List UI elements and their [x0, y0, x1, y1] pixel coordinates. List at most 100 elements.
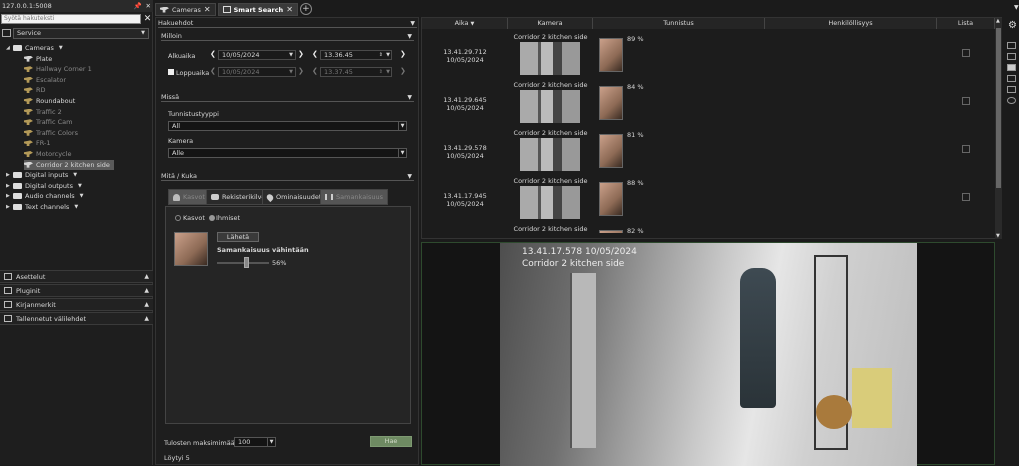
result-list-checkbox[interactable]	[962, 193, 970, 201]
tree-item[interactable]: Traffic Cam	[24, 117, 72, 127]
table-row[interactable]: Corridor 2 kitchen side 82 %	[422, 224, 995, 233]
tree-item[interactable]: ◢ Cameras ▼	[6, 43, 63, 53]
section-where[interactable]: Missä ▼	[161, 93, 414, 102]
layout-icon[interactable]	[1007, 42, 1016, 49]
panel-header[interactable]: Kirjanmerkit ▲	[0, 298, 153, 311]
result-list-checkbox[interactable]	[962, 97, 970, 105]
chevron-down-icon[interactable]: ▼	[80, 191, 84, 201]
camera-select[interactable]: Alle ▼	[168, 148, 407, 158]
table-row[interactable]: 13.41.29.645 10/05/2024 Corridor 2 kitchen…	[422, 80, 995, 128]
tree-item[interactable]: Hallway Corner 1	[24, 64, 92, 74]
end-time-field[interactable]: 13.37.45 ⇕ ▼	[320, 67, 392, 77]
section-search-criteria[interactable]: Hakuehdot ▼	[158, 19, 417, 28]
col-time-header[interactable]: Aika ▼	[422, 18, 508, 29]
result-list-checkbox[interactable]	[962, 49, 970, 57]
spinner-icon[interactable]: ⇕	[379, 68, 383, 76]
results-scrollbar[interactable]: ▲ ▼	[995, 18, 1002, 239]
chevron-down-icon[interactable]: ▼	[59, 43, 63, 53]
tree-item[interactable]: Motorcycle	[24, 149, 71, 159]
subtab-faces[interactable]: Kasvot	[168, 189, 210, 205]
col-recognition-header[interactable]: Tunnistus	[593, 18, 765, 29]
service-select[interactable]: Service ▼	[13, 28, 149, 39]
table-row[interactable]: 13.41.29.578 10/05/2024 Corridor 2 kitchen…	[422, 128, 995, 176]
tab-cameras[interactable]: Cameras ✕	[155, 3, 216, 16]
result-face-crop[interactable]	[599, 134, 623, 168]
expand-icon[interactable]: ▶	[6, 170, 13, 180]
start-date-field[interactable]: 10/05/2024 ▼	[218, 50, 296, 60]
next-date-icon[interactable]: ❯	[298, 50, 304, 58]
tree-item[interactable]: Corridor 2 kitchen side	[24, 159, 114, 170]
gear-icon[interactable]: ⚙	[1008, 20, 1017, 31]
add-tab-button[interactable]: +	[299, 3, 312, 15]
result-thumbnail[interactable]	[520, 90, 580, 123]
radio-faces[interactable]	[175, 215, 181, 221]
table-row[interactable]: 13.41.29.712 10/05/2024 Corridor 2 kitchen…	[422, 32, 995, 80]
tree-item[interactable]: FR-1	[24, 138, 50, 148]
col-camera-header[interactable]: Kamera	[508, 18, 593, 29]
result-face-crop[interactable]	[599, 86, 623, 120]
result-face-crop[interactable]	[599, 38, 623, 72]
start-time-field[interactable]: 13.36.45 ⇕ ▼	[320, 50, 392, 60]
send-button[interactable]: Lähetä	[217, 232, 259, 242]
subtab-similarity[interactable]: Samankaisuus	[320, 189, 388, 205]
max-results-select[interactable]: 100 ▼	[234, 437, 276, 447]
chevron-down-icon[interactable]: ▼	[1014, 4, 1019, 11]
scroll-down-icon[interactable]: ▼	[996, 233, 1000, 239]
result-list-checkbox[interactable]	[962, 145, 970, 153]
next-date-icon[interactable]: ❯	[298, 67, 304, 75]
col-identity-header[interactable]: Henkilöllisyys	[765, 18, 937, 29]
panel-header[interactable]: Asettelut ▲	[0, 270, 153, 283]
recognition-type-select[interactable]: All ▼	[168, 121, 407, 131]
tree-item[interactable]: ▶ Audio channels ▼	[6, 191, 84, 201]
prev-date-icon[interactable]: ❮	[210, 50, 216, 58]
list-icon[interactable]	[1007, 86, 1016, 93]
save-icon[interactable]	[1007, 64, 1016, 71]
col-list-header[interactable]: Lista	[937, 18, 995, 29]
prev-time-icon[interactable]: ❮	[312, 67, 318, 75]
scroll-up-icon[interactable]: ▲	[996, 18, 1000, 24]
tree-item[interactable]: Roundabout	[24, 96, 75, 106]
table-row[interactable]: 13.41.17.945 10/05/2024 Corridor 2 kitchen…	[422, 176, 995, 224]
result-thumbnail[interactable]	[520, 138, 580, 171]
tab-smart-search[interactable]: Smart Search ✕	[217, 3, 298, 16]
pin-icon[interactable]: 📌	[133, 2, 141, 10]
panel-header[interactable]: Pluginit ▲	[0, 284, 153, 297]
prev-date-icon[interactable]: ❮	[210, 67, 216, 75]
next-time-icon[interactable]: ❯	[400, 50, 406, 58]
spinner-icon[interactable]: ⇕	[379, 51, 383, 59]
end-time-checkbox[interactable]	[168, 69, 174, 75]
similarity-slider[interactable]	[217, 262, 269, 264]
prev-time-icon[interactable]: ❮	[312, 50, 318, 58]
subtab-attributes[interactable]: Ominaisuudet	[262, 189, 327, 205]
grid-icon[interactable]	[1007, 53, 1016, 60]
clear-search-icon[interactable]: ✕	[143, 14, 152, 24]
similarity-slider-handle[interactable]	[244, 257, 250, 268]
tree-item[interactable]: RD	[24, 85, 46, 95]
search-input[interactable]: Syötä hakuteksti	[1, 14, 141, 24]
result-face-crop[interactable]	[599, 230, 623, 233]
tree-item[interactable]: ▶ Digital inputs ▼	[6, 170, 77, 180]
tree-item[interactable]: ▶ Text channels ▼	[6, 202, 78, 212]
close-icon[interactable]: ✕	[146, 2, 151, 10]
video-player[interactable]: 13.41.17.578 10/05/2024 Corridor 2 kitch…	[421, 242, 995, 466]
collapse-icon[interactable]: ◢	[6, 43, 13, 53]
tree-item[interactable]: ▶ Digital outputs ▼	[6, 181, 82, 191]
close-tab-icon[interactable]: ✕	[204, 5, 211, 14]
result-thumbnail[interactable]	[520, 42, 580, 75]
scrollbar-thumb[interactable]	[996, 28, 1001, 188]
expand-icon[interactable]: ▶	[6, 181, 13, 191]
tree-item[interactable]: Plate	[24, 54, 52, 64]
chevron-down-icon[interactable]: ▼	[74, 202, 78, 212]
end-date-field[interactable]: 10/05/2024 ▼	[218, 67, 296, 77]
chevron-down-icon[interactable]: ▼	[73, 170, 77, 180]
tree-item[interactable]: Traffic Colors	[24, 128, 78, 138]
tree-item[interactable]: Escalator	[24, 75, 66, 85]
next-time-icon[interactable]: ❯	[400, 67, 406, 75]
export-icon[interactable]	[1007, 75, 1016, 82]
section-when[interactable]: Milloin ▼	[161, 32, 414, 41]
chevron-down-icon[interactable]: ▼	[78, 181, 82, 191]
panel-header[interactable]: Tallennetut välilehdet ▲	[0, 312, 153, 325]
tree-item[interactable]: Traffic 2	[24, 107, 62, 117]
radio-people[interactable]	[209, 215, 215, 221]
expand-icon[interactable]: ▶	[6, 202, 13, 212]
